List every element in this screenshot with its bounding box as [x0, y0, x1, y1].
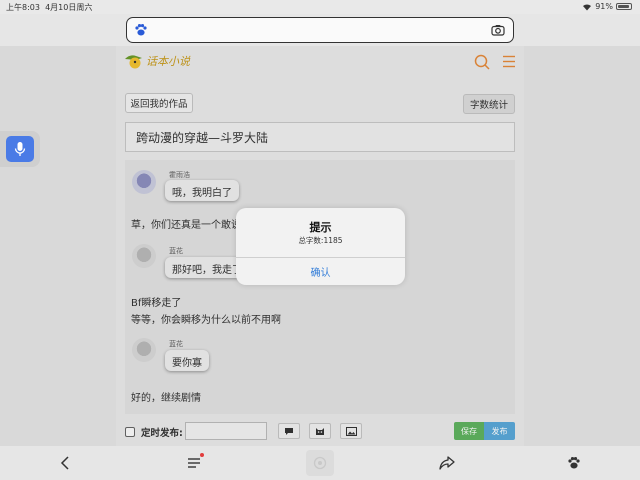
- list-icon: [188, 458, 200, 468]
- wifi-icon: [583, 3, 592, 11]
- home-icon: [313, 456, 327, 470]
- status-time-date: 上午8:03 4月10日周六: [6, 3, 93, 12]
- status-right: 91%: [582, 2, 632, 11]
- notification-dot: [200, 453, 204, 457]
- baidu-button[interactable]: [565, 454, 583, 472]
- list-button[interactable]: [185, 453, 204, 472]
- alert-confirm-button[interactable]: 确认: [236, 258, 405, 285]
- address-bar[interactable]: [126, 17, 514, 43]
- alert-message: 总字数:1185: [298, 236, 343, 245]
- alert-dialog: 提示 总字数:1185 确认: [236, 208, 405, 285]
- share-button[interactable]: [438, 454, 456, 472]
- browser-toolbar: [0, 446, 640, 480]
- home-button[interactable]: [306, 450, 334, 476]
- camera-icon[interactable]: [491, 24, 505, 36]
- back-button[interactable]: [56, 454, 74, 472]
- address-input[interactable]: [153, 21, 473, 39]
- alert-title: 提示: [309, 221, 332, 234]
- share-icon: [439, 456, 455, 470]
- status-bar: 上午8:03 4月10日周六 91%: [0, 0, 640, 14]
- paw-icon: [568, 457, 580, 469]
- left-gutter: [0, 46, 116, 446]
- back-icon: [60, 456, 69, 470]
- battery-icon: [616, 3, 632, 10]
- battery-percent: 91%: [595, 2, 613, 11]
- voice-input-button[interactable]: [0, 131, 40, 167]
- microphone-icon: [14, 142, 26, 156]
- paw-icon: [135, 24, 147, 36]
- voice-button-bg: [6, 136, 34, 162]
- right-gutter: [524, 46, 640, 446]
